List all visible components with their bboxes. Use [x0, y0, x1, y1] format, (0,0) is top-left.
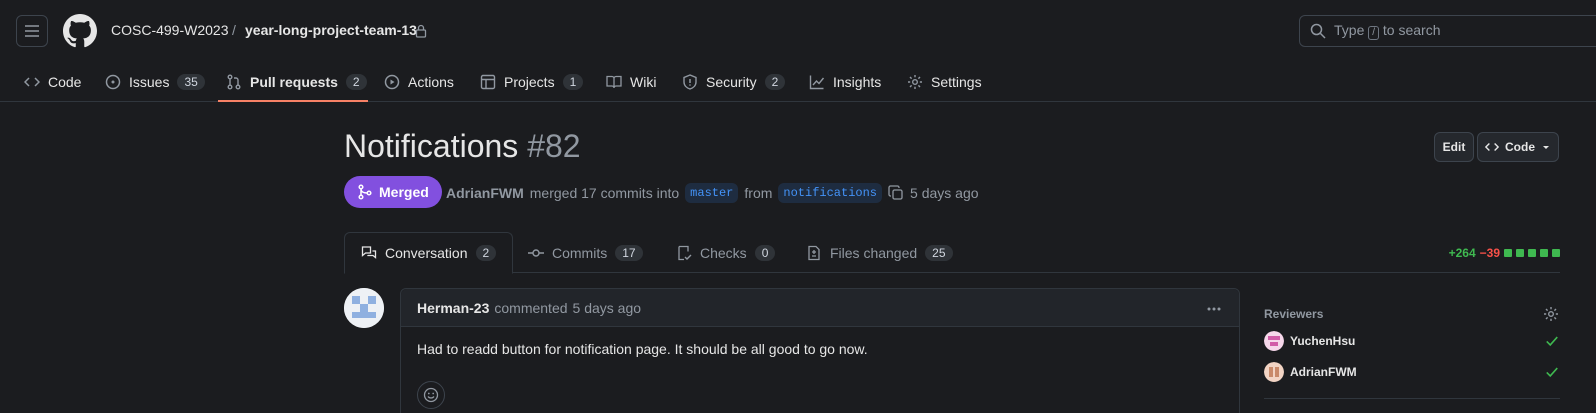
tab-wiki[interactable]: Wiki [606, 70, 656, 94]
checklist-icon [678, 245, 692, 260]
repo-nav: Code Issues 35 Pull requests 2 Actions Pro… [0, 62, 1596, 102]
table-icon [480, 74, 496, 90]
diff-square [1528, 249, 1536, 257]
additions-count: +264 [1448, 246, 1476, 260]
gear-icon[interactable] [1543, 306, 1559, 322]
comment-body: Had to readd button for notification pag… [417, 341, 868, 357]
search-input[interactable]: Type / to search [1299, 15, 1596, 47]
hamburger-icon [25, 25, 39, 37]
code-dropdown-button[interactable]: Code [1477, 132, 1559, 162]
code-icon [24, 77, 40, 87]
kebab-horizontal-icon[interactable] [1206, 301, 1222, 317]
merged-time: 5 days ago [910, 185, 979, 201]
book-icon [606, 75, 622, 89]
comment-time[interactable]: 5 days ago [573, 300, 642, 316]
comment-box: Herman-23 commented 5 days ago Had to re… [400, 288, 1240, 413]
code-icon [1485, 143, 1499, 151]
commit-icon [528, 248, 544, 257]
tab-insights[interactable]: Insights [809, 70, 881, 94]
avatar [1264, 331, 1284, 351]
diff-stat: +264 −39 [1449, 246, 1560, 260]
copy-icon[interactable] [888, 185, 904, 201]
tab-security[interactable]: Security 2 [682, 70, 786, 94]
edit-button[interactable]: Edit [1434, 132, 1474, 162]
diff-square [1540, 249, 1548, 257]
tab-commits[interactable]: Commits 17 [512, 232, 659, 273]
merged-state-badge: Merged [344, 176, 442, 208]
repo-name-link[interactable]: year-long-project-team-13 [245, 22, 417, 38]
merged-text: merged 17 commits into [529, 185, 680, 201]
tab-issues[interactable]: Issues 35 [105, 70, 205, 94]
tab-settings[interactable]: Settings [907, 70, 982, 94]
head-branch[interactable]: notifications [778, 183, 883, 203]
repo-owner-link[interactable]: COSC-499-W2023 [111, 22, 229, 38]
pr-meta: AdrianFWM merged 17 commits into master … [446, 183, 979, 203]
file-diff-icon [808, 245, 820, 260]
author-link[interactable]: AdrianFWM [446, 185, 524, 201]
tab-files-changed[interactable]: Files changed 25 [790, 232, 969, 273]
pull-request-icon [227, 74, 241, 90]
lock-icon [415, 24, 427, 38]
diff-square [1504, 249, 1512, 257]
smiley-icon [423, 387, 439, 403]
page-title: Notifications #82 [344, 128, 581, 165]
menu-button[interactable] [16, 15, 48, 47]
pr-number: #82 [527, 128, 581, 164]
comment-header: Herman-23 commented 5 days ago [401, 289, 1239, 327]
tab-pull-requests[interactable]: Pull requests 2 [226, 70, 367, 94]
comment-action: commented [494, 299, 568, 316]
issue-icon [105, 74, 121, 90]
triangle-down-icon [1543, 146, 1549, 149]
add-reaction-button[interactable] [417, 381, 445, 409]
merge-icon [358, 184, 372, 200]
pr-tabs: Conversation 2 Commits 17 Checks 0 Files ch… [344, 232, 1560, 274]
avatar [1264, 362, 1284, 382]
github-logo-icon[interactable] [63, 14, 97, 48]
check-icon [1545, 334, 1559, 348]
search-icon [1310, 23, 1326, 39]
gear-icon [908, 75, 922, 89]
reviewer-item[interactable]: AdrianFWM [1264, 362, 1357, 382]
tab-code[interactable]: Code [24, 70, 81, 94]
reviewers-title[interactable]: Reviewers [1264, 307, 1323, 321]
base-branch[interactable]: master [685, 183, 739, 203]
tab-projects[interactable]: Projects 1 [480, 70, 584, 94]
comment-author[interactable]: Herman-23 [417, 300, 489, 316]
sidebar-divider [1264, 398, 1560, 399]
avatar[interactable] [344, 288, 384, 328]
pr-title: Notifications [344, 128, 519, 164]
tab-conversation[interactable]: Conversation 2 [344, 232, 514, 274]
shield-icon [683, 74, 697, 90]
search-placeholder: Type / to search [1334, 22, 1441, 40]
reviewer-item[interactable]: YuchenHsu [1264, 331, 1355, 351]
graph-icon [809, 75, 825, 90]
diff-square [1552, 249, 1560, 257]
selected-tab-underline [218, 100, 368, 102]
breadcrumb-separator: / [232, 22, 236, 38]
deletions-count: −39 [1479, 246, 1500, 260]
play-icon [384, 74, 400, 90]
tab-actions[interactable]: Actions [384, 70, 454, 94]
diff-square [1516, 249, 1524, 257]
tab-checks[interactable]: Checks 0 [660, 232, 791, 273]
comment-discussion-icon [361, 246, 377, 259]
check-icon [1545, 365, 1559, 379]
from-text: from [744, 185, 773, 201]
